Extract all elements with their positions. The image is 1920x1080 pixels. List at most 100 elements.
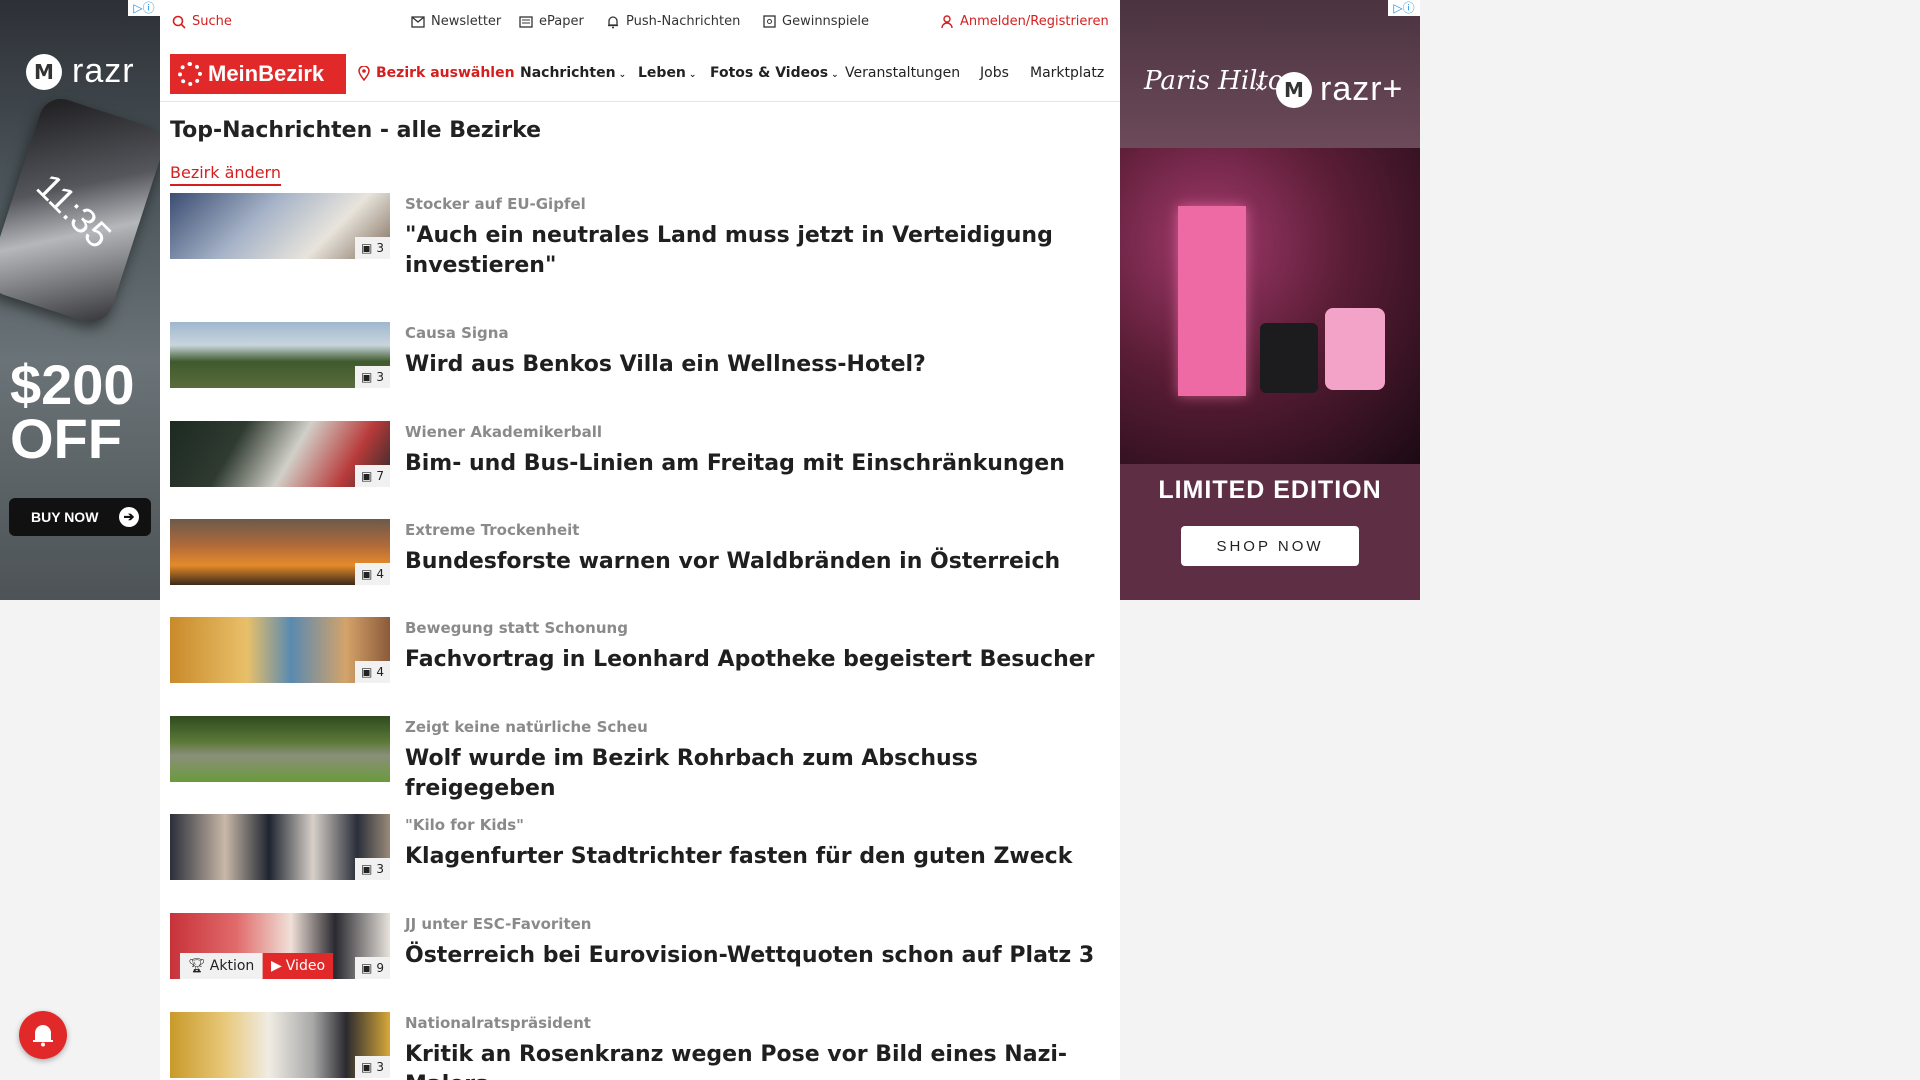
article-item[interactable]: 🏆︎ Aktion ▶ Video ▣ 9 JJ unter ESC-Favorite… bbox=[170, 913, 1110, 983]
nav-jobs[interactable]: Jobs bbox=[980, 65, 1009, 81]
aktion-badge[interactable]: 🏆︎ Aktion bbox=[180, 953, 263, 979]
main-content: Suche Newsletter ePaper Push-Nachrichten… bbox=[160, 0, 1120, 1080]
ad-headline: LIMITED EDITION bbox=[1158, 476, 1382, 504]
nav-nachrichten[interactable]: Nachrichten ⌄ bbox=[520, 65, 626, 81]
meinbezirk-logo[interactable]: MeinBezirk bbox=[170, 54, 346, 94]
article-headline[interactable]: "Auch ein neutrales Land muss jetzt in V… bbox=[405, 221, 1105, 281]
article-item[interactable]: ▣ 3 "Kilo for Kids" Klagenfurter Stadtric… bbox=[170, 814, 1110, 884]
article-headline[interactable]: Wird aus Benkos Villa ein Wellness-Hotel… bbox=[405, 350, 1105, 380]
bezirk-select-button[interactable]: Bezirk auswählen bbox=[357, 65, 515, 81]
image-icon: ▣ bbox=[361, 862, 373, 876]
article-headline[interactable]: Fachvortrag in Leonhard Apotheke begeist… bbox=[405, 645, 1105, 675]
photo-count-value: 3 bbox=[376, 862, 384, 876]
image-icon: ▣ bbox=[361, 469, 373, 483]
left-ad-banner[interactable]: ▷ⓘ M razr 11:35 $200 OFF BUY NOW ➔ bbox=[0, 0, 160, 600]
change-bezirk-link[interactable]: Bezirk ändern bbox=[170, 163, 281, 186]
ad-product-case bbox=[1325, 308, 1385, 390]
chevron-down-icon: ⌄ bbox=[688, 70, 697, 80]
article-headline[interactable]: Kritik an Rosenkranz wegen Pose vor Bild… bbox=[405, 1040, 1105, 1080]
photo-count: ▣ 3 bbox=[355, 858, 390, 880]
adchoices-icon[interactable]: ▷ⓘ bbox=[128, 0, 160, 16]
bezirk-select-label: Bezirk auswählen bbox=[376, 65, 515, 81]
chevron-down-icon: ⌄ bbox=[618, 70, 627, 80]
image-icon: ▣ bbox=[361, 961, 373, 975]
motorola-logo-icon: M bbox=[1276, 71, 1312, 108]
photo-count-value: 3 bbox=[376, 1060, 384, 1074]
article-item[interactable]: ▣ 4 Bewegung statt Schonung Fachvortrag i… bbox=[170, 617, 1110, 687]
image-icon: ▣ bbox=[361, 665, 373, 679]
ad-offer: $200 OFF bbox=[10, 353, 135, 470]
nav-fotos-videos-label: Fotos & Videos bbox=[710, 65, 829, 81]
gewinnspiele-link[interactable]: Gewinnspiele bbox=[762, 14, 869, 29]
photo-count-value: 3 bbox=[376, 370, 384, 384]
article-thumbnail[interactable]: 🏆︎ Aktion ▶ Video ▣ 9 bbox=[170, 913, 390, 979]
article-kicker: Stocker auf EU-Gipfel bbox=[405, 195, 586, 213]
article-thumbnail[interactable]: ▣ 3 bbox=[170, 1012, 390, 1078]
ad-buy-now-button[interactable]: BUY NOW ➔ bbox=[9, 498, 151, 536]
utility-bar: Suche Newsletter ePaper Push-Nachrichten… bbox=[160, 0, 1120, 46]
motorola-logo-icon: M bbox=[26, 53, 62, 90]
article-thumbnail[interactable]: ▣ 3 bbox=[170, 322, 390, 388]
ad-brand-logo: M razr+ bbox=[1276, 70, 1403, 109]
article-kicker: Bewegung statt Schonung bbox=[405, 619, 628, 637]
notification-bell-button[interactable] bbox=[19, 1011, 67, 1059]
ad-shop-now-button[interactable]: SHOP NOW bbox=[1181, 526, 1359, 566]
article-item[interactable]: ▣ 4 Extreme Trockenheit Bundesforste warn… bbox=[170, 519, 1110, 589]
article-headline[interactable]: Klagenfurter Stadtrichter fasten für den… bbox=[405, 842, 1105, 872]
article-item[interactable]: Zeigt keine natürliche Scheu Wolf wurde … bbox=[170, 716, 1110, 801]
ad-offer-amount: $200 bbox=[10, 353, 135, 416]
nav-fotos-videos[interactable]: Fotos & Videos ⌄ bbox=[710, 65, 839, 81]
epaper-link[interactable]: ePaper bbox=[519, 14, 584, 29]
article-headline[interactable]: Österreich bei Eurovision-Wettquoten sch… bbox=[405, 941, 1105, 971]
chevron-down-icon: ⌄ bbox=[831, 70, 839, 80]
article-item[interactable]: ▣ 3 Stocker auf EU-Gipfel "Auch ein neutr… bbox=[170, 193, 1110, 278]
image-icon: ▣ bbox=[361, 1060, 373, 1074]
newspaper-icon bbox=[519, 15, 533, 29]
gewinnspiele-label: Gewinnspiele bbox=[782, 14, 870, 29]
newsletter-link[interactable]: Newsletter bbox=[411, 14, 501, 29]
article-item[interactable]: ▣ 3 Causa Signa Wird aus Benkos Villa ein… bbox=[170, 322, 1110, 392]
ad-buy-now-label: BUY NOW bbox=[31, 509, 99, 525]
trophy-icon: 🏆︎ bbox=[188, 958, 206, 974]
nav-leben-label: Leben bbox=[638, 65, 686, 81]
article-thumbnail[interactable]: ▣ 3 bbox=[170, 193, 390, 259]
video-badge[interactable]: ▶ Video bbox=[263, 953, 334, 979]
right-ad-banner[interactable]: ▷ⓘ Paris Hilton × M razr+ LIMITED EDITIO… bbox=[1120, 0, 1420, 600]
aktion-label: Aktion bbox=[209, 958, 255, 974]
arrow-right-icon: ➔ bbox=[119, 507, 139, 527]
push-link[interactable]: Push-Nachrichten bbox=[606, 14, 740, 29]
login-label: Anmelden/Registrieren bbox=[960, 14, 1109, 29]
photo-count: ▣ 3 bbox=[355, 366, 390, 388]
photo-count: ▣ 3 bbox=[355, 1056, 390, 1078]
ad-brand-text: razr bbox=[72, 52, 135, 90]
nav-leben[interactable]: Leben ⌄ bbox=[638, 65, 696, 81]
article-item[interactable]: ▣ 7 Wiener Akademikerball Bim- und Bus-Li… bbox=[170, 421, 1110, 491]
photo-count: ▣ 4 bbox=[355, 661, 390, 683]
article-headline[interactable]: Bim- und Bus-Linien am Freitag mit Einsc… bbox=[405, 449, 1105, 479]
search-link[interactable]: Suche bbox=[172, 14, 232, 29]
logo-burst-icon bbox=[178, 62, 202, 86]
article-thumbnail[interactable]: ▣ 4 bbox=[170, 617, 390, 683]
ad-times-symbol: × bbox=[1254, 80, 1265, 95]
image-icon: ▣ bbox=[361, 370, 373, 384]
epaper-label: ePaper bbox=[539, 14, 584, 29]
photo-count: ▣ 7 bbox=[355, 465, 390, 487]
photo-count: ▣ 3 bbox=[355, 237, 390, 259]
gift-icon bbox=[762, 15, 776, 29]
article-item[interactable]: ▣ 3 Nationalratspräsident Kritik an Rosen… bbox=[170, 1012, 1110, 1080]
article-headline[interactable]: Wolf wurde im Bezirk Rohrbach zum Abschu… bbox=[405, 744, 1105, 804]
login-link[interactable]: Anmelden/Registrieren bbox=[940, 14, 1109, 29]
article-thumbnail[interactable]: ▣ 7 bbox=[170, 421, 390, 487]
video-label: Video bbox=[285, 958, 326, 974]
article-headline[interactable]: Bundesforste warnen vor Waldbränden in Ö… bbox=[405, 547, 1105, 577]
article-thumbnail[interactable]: ▣ 4 bbox=[170, 519, 390, 585]
adchoices-icon[interactable]: ▷ⓘ bbox=[1388, 0, 1420, 16]
article-thumbnail[interactable]: ▣ 3 bbox=[170, 814, 390, 880]
nav-marktplatz[interactable]: Marktplatz bbox=[1030, 65, 1112, 81]
newsletter-label: Newsletter bbox=[431, 14, 502, 29]
nav-veranstaltungen[interactable]: Veranstaltungen bbox=[845, 65, 960, 81]
ad-brand-logo: M razr bbox=[26, 52, 135, 91]
photo-count-value: 9 bbox=[376, 961, 384, 975]
article-thumbnail[interactable] bbox=[170, 716, 390, 782]
ad-offer-off: OFF bbox=[10, 407, 122, 470]
